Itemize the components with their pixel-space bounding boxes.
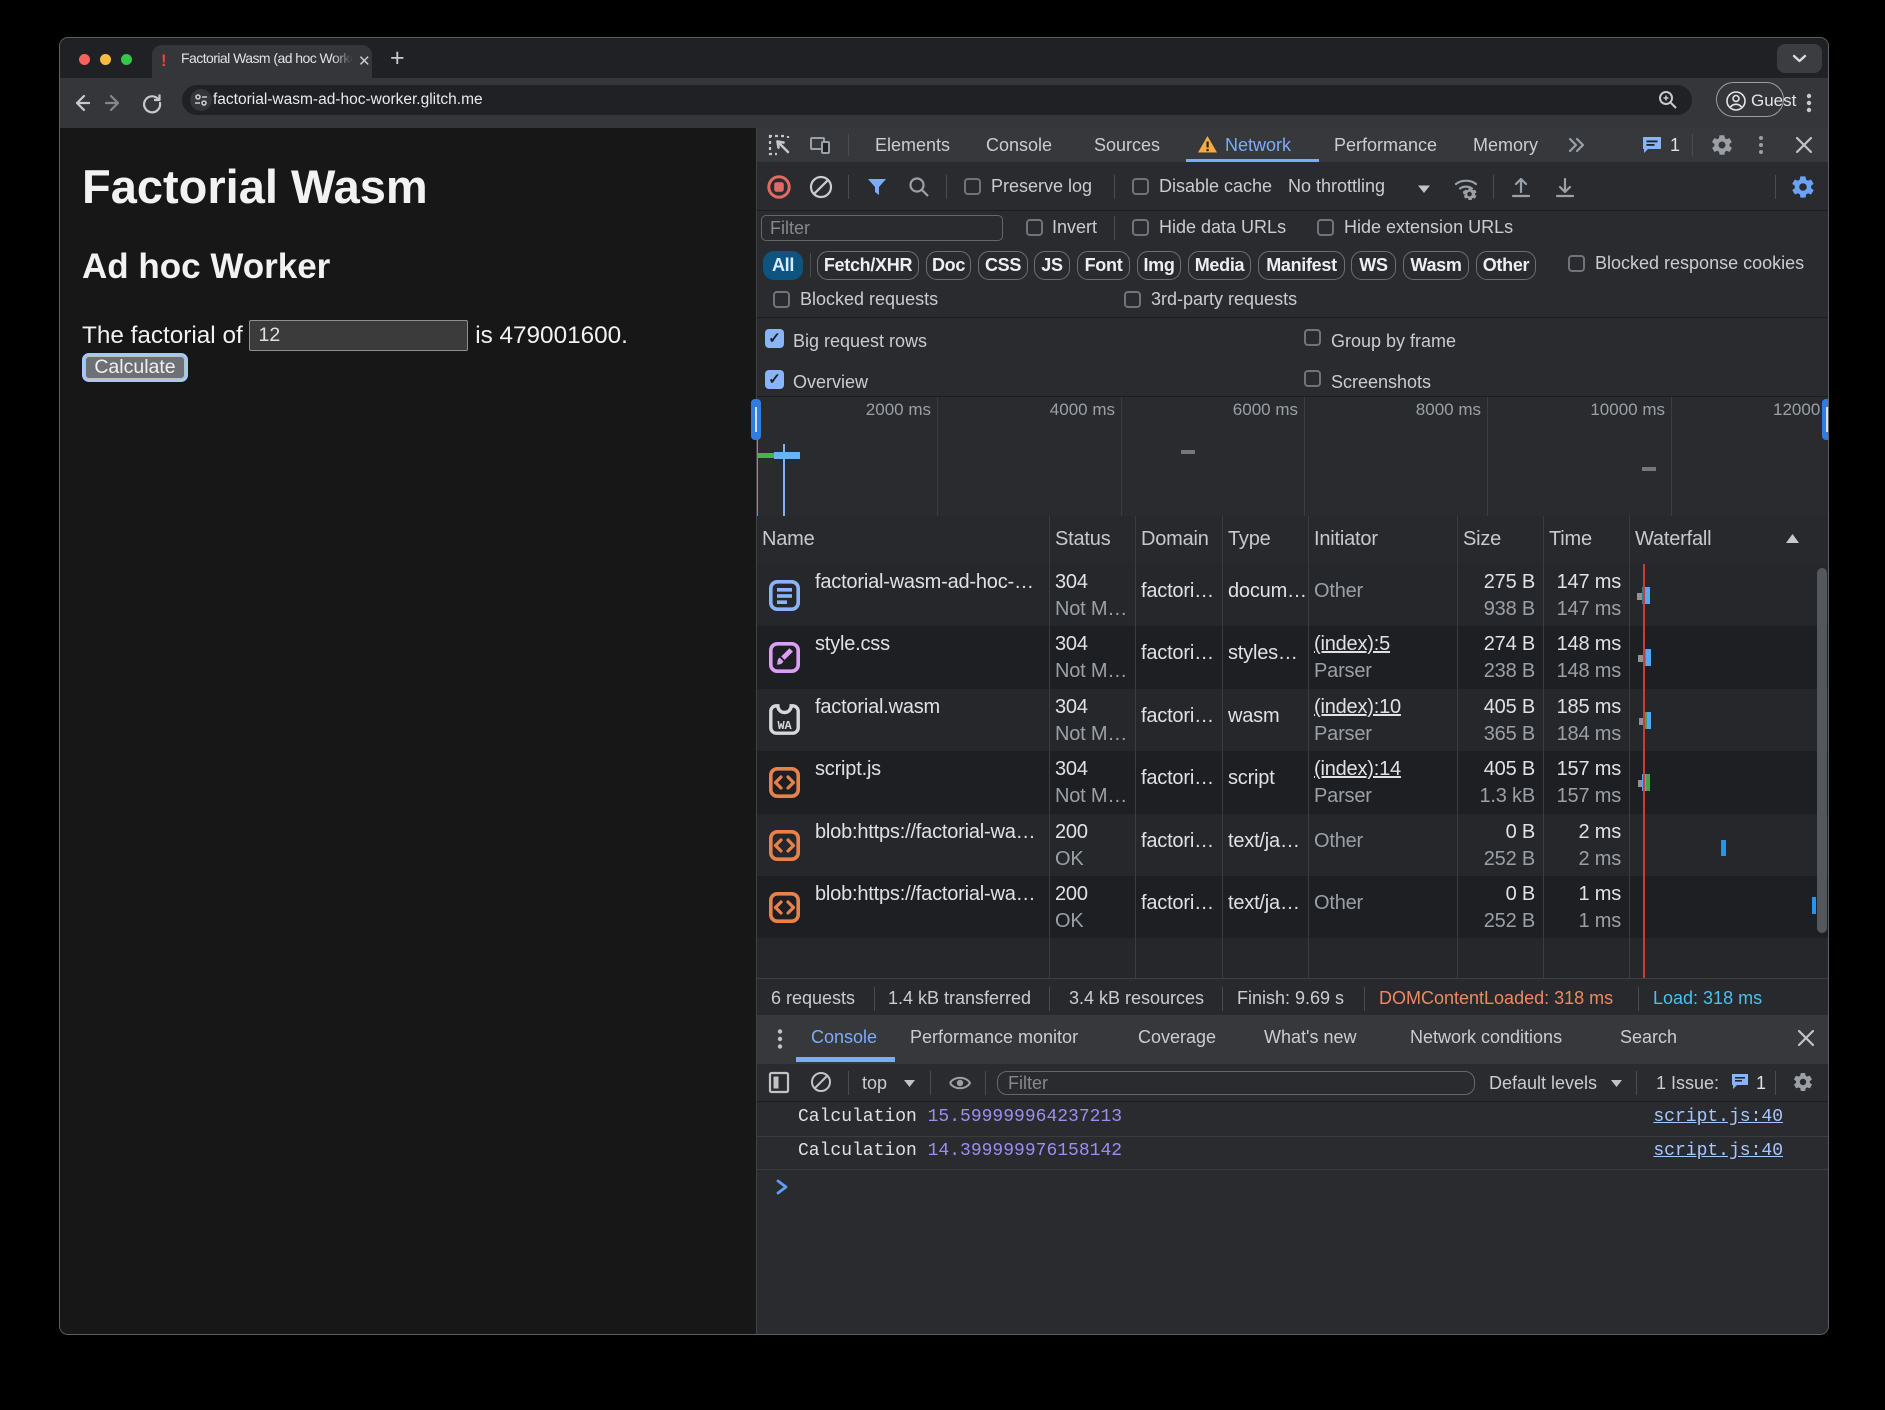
svg-text:WA: WA bbox=[777, 719, 792, 733]
